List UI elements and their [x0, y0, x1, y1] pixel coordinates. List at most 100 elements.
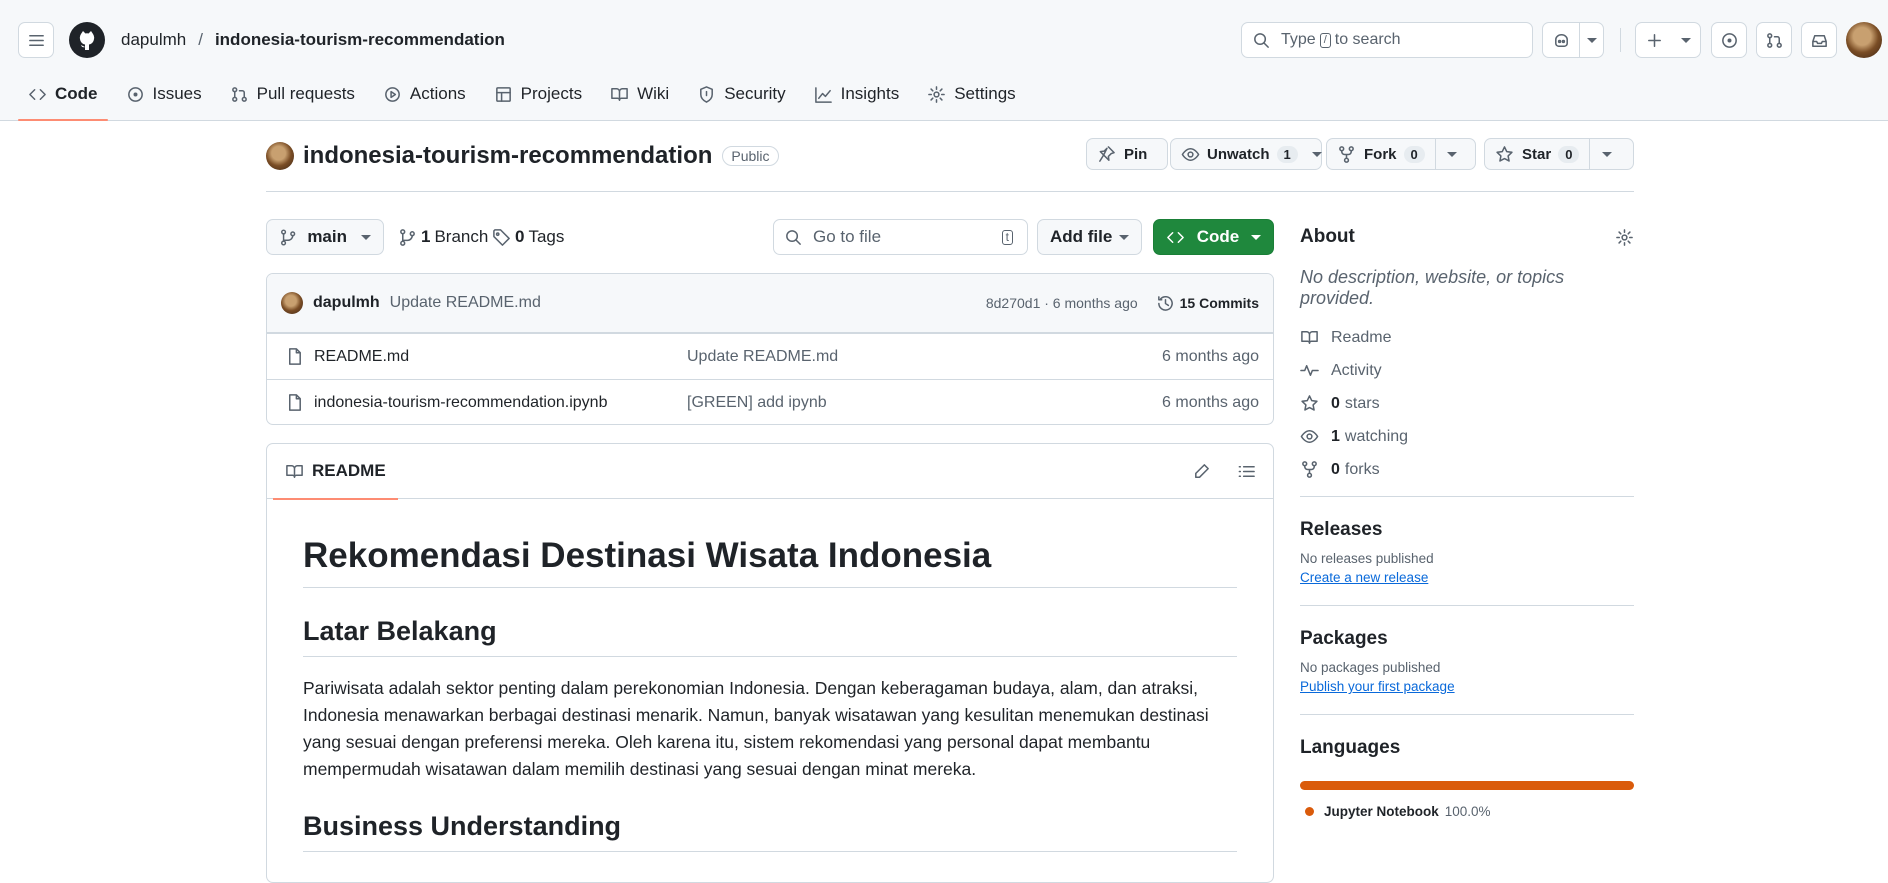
- languages-section: Languages Jupyter Notebook 100.0%: [1300, 714, 1634, 819]
- packages-section: Packages No packages published Publish y…: [1300, 605, 1634, 694]
- readme-panel: README Rekomendasi Destinasi Wisata Indo…: [266, 443, 1274, 883]
- play-icon: [385, 86, 400, 102]
- search-prefix: Type: [1281, 31, 1316, 48]
- chevron-down-icon: [1586, 37, 1597, 43]
- readme-link[interactable]: Readme: [1300, 321, 1634, 354]
- global-header: dapulmh / indonesia-tourism-recommendation…: [0, 0, 1888, 121]
- gear-icon[interactable]: [1615, 228, 1634, 247]
- branch-name: main: [307, 227, 347, 246]
- chevron-down-icon: [1119, 234, 1129, 240]
- fork-button[interactable]: Fork 0: [1326, 138, 1476, 170]
- star-button[interactable]: Star 0: [1484, 138, 1634, 170]
- languages-title: Languages: [1300, 737, 1401, 758]
- pin-icon: [1099, 145, 1115, 162]
- pin-button[interactable]: Pin: [1086, 138, 1168, 170]
- commit-meta[interactable]: 8d270d1 · 6 months ago: [986, 295, 1138, 311]
- forks-link[interactable]: 0 forks: [1300, 453, 1634, 486]
- add-file-label: Add file: [1050, 227, 1113, 246]
- file-browser: dapulmh Update README.md 8d270d1 · 6 mon…: [266, 273, 1274, 425]
- file-name[interactable]: indonesia-tourism-recommendation.ipynb: [314, 394, 687, 412]
- header-divider: [1620, 28, 1621, 52]
- file-row[interactable]: README.md Update README.md 6 months ago: [267, 333, 1273, 379]
- file-commit-message[interactable]: Update README.md: [687, 348, 1162, 366]
- language-name: Jupyter Notebook: [1324, 804, 1439, 819]
- fork-count: 0: [1403, 145, 1425, 163]
- commit-message[interactable]: Update README.md: [390, 294, 986, 312]
- releases-title[interactable]: Releases: [1300, 519, 1634, 541]
- language-item[interactable]: Jupyter Notebook 100.0%: [1300, 804, 1634, 819]
- code-button[interactable]: Code: [1153, 219, 1274, 255]
- tab-pull-requests[interactable]: Pull requests: [220, 76, 365, 112]
- unwatch-button[interactable]: Unwatch 1: [1170, 138, 1322, 170]
- branch-icon: [400, 228, 415, 246]
- tab-code[interactable]: Code: [18, 76, 108, 121]
- owner-link[interactable]: dapulmh: [121, 30, 186, 49]
- commits-link[interactable]: 15 Commits: [1180, 295, 1259, 311]
- watching-link[interactable]: 1 watching: [1300, 420, 1634, 453]
- add-file-button[interactable]: Add file: [1037, 219, 1142, 255]
- owner-avatar[interactable]: [266, 142, 294, 170]
- watch-count: 1: [1276, 145, 1298, 163]
- forks-count: 0: [1331, 460, 1340, 478]
- star-menu-button[interactable]: [1589, 139, 1623, 169]
- repo-link[interactable]: indonesia-tourism-recommendation: [215, 30, 505, 49]
- packages-title[interactable]: Packages: [1300, 628, 1634, 650]
- create-new-button[interactable]: [1635, 22, 1701, 58]
- go-to-file-placeholder: Go to file: [813, 227, 882, 246]
- pull-request-icon: [231, 86, 247, 102]
- fork-menu-button[interactable]: [1434, 139, 1469, 169]
- tags-link[interactable]: 0 Tags: [492, 219, 564, 255]
- pull-request-icon: [1766, 32, 1782, 48]
- inbox-button[interactable]: [1801, 22, 1837, 58]
- file-commit-message[interactable]: [GREEN] add ipynb: [687, 394, 1162, 412]
- create-release-link[interactable]: Create a new release: [1300, 570, 1634, 585]
- commit-author[interactable]: dapulmh: [313, 294, 380, 312]
- pin-label: Pin: [1124, 145, 1148, 163]
- tab-settings[interactable]: Settings: [917, 76, 1025, 112]
- chevron-down-icon: [1251, 234, 1261, 240]
- releases-empty-text: No releases published: [1300, 551, 1434, 566]
- file-icon: [288, 348, 301, 365]
- tab-wiki[interactable]: Wiki: [600, 76, 679, 112]
- file-name[interactable]: README.md: [314, 348, 687, 366]
- tags-count: 0: [515, 227, 525, 246]
- copilot-menu-button[interactable]: [1579, 22, 1604, 58]
- tab-issues[interactable]: Issues: [116, 76, 212, 112]
- search-input[interactable]: Type / to search: [1241, 22, 1533, 58]
- tab-insights[interactable]: Insights: [804, 76, 910, 112]
- latest-commit: dapulmh Update README.md 8d270d1 · 6 mon…: [267, 274, 1273, 333]
- shield-icon: [700, 85, 714, 103]
- stars-link[interactable]: 0 stars: [1300, 387, 1634, 420]
- copilot-icon: [1554, 33, 1568, 47]
- tab-label: Settings: [954, 84, 1016, 103]
- pencil-icon[interactable]: [1192, 462, 1211, 481]
- branches-link[interactable]: 1 Branch: [398, 219, 488, 255]
- tab-projects[interactable]: Projects: [484, 76, 592, 112]
- user-avatar[interactable]: [1846, 22, 1882, 58]
- activity-link[interactable]: Activity: [1300, 354, 1634, 387]
- tab-security[interactable]: Security: [687, 76, 795, 112]
- watching-count: 1: [1331, 427, 1340, 445]
- forks-label: forks: [1344, 460, 1380, 478]
- tab-actions[interactable]: Actions: [373, 76, 476, 112]
- breadcrumb-separator: /: [198, 30, 203, 49]
- commit-author-avatar[interactable]: [281, 292, 303, 314]
- list-icon[interactable]: [1237, 462, 1256, 481]
- plus-icon: [1647, 33, 1661, 47]
- file-row[interactable]: indonesia-tourism-recommendation.ipynb […: [267, 379, 1273, 424]
- hamburger-icon: [28, 34, 44, 46]
- readme-tab[interactable]: README: [273, 444, 398, 500]
- pull-requests-button[interactable]: [1756, 22, 1792, 58]
- branch-selector[interactable]: main: [266, 219, 384, 255]
- copilot-button[interactable]: [1542, 22, 1580, 58]
- readme-paragraph: Pariwisata adalah sektor penting dalam p…: [303, 678, 1209, 779]
- language-bar: [1300, 781, 1634, 790]
- publish-package-link[interactable]: Publish your first package: [1300, 679, 1634, 694]
- menu-button[interactable]: [18, 22, 54, 58]
- issues-button[interactable]: [1711, 22, 1747, 58]
- repo-name[interactable]: indonesia-tourism-recommendation: [303, 142, 712, 170]
- github-logo[interactable]: [69, 22, 105, 58]
- book-icon: [1301, 331, 1318, 344]
- go-to-file-input[interactable]: Go to file t: [773, 219, 1028, 255]
- star-icon: [1496, 145, 1513, 162]
